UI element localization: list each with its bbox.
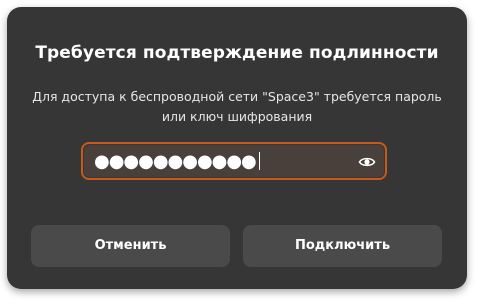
description-line-2: или ключ шифрования — [161, 109, 313, 124]
description-line-1: Для доступа к беспроводной сети "Space3"… — [32, 89, 442, 104]
password-field-inner[interactable]: ●●●●●●●●●●● — [84, 145, 384, 177]
auth-dialog: Требуется подтверждение подлинности Для … — [7, 7, 467, 289]
cancel-button[interactable]: Отменить — [31, 225, 230, 267]
password-dots: ●●●●●●●●●●● — [94, 151, 257, 172]
connect-button[interactable]: Подключить — [243, 225, 442, 267]
dialog-title: Требуется подтверждение подлинности — [35, 43, 439, 63]
password-field[interactable]: ●●●●●●●●●●● — [81, 142, 387, 180]
eye-icon[interactable] — [358, 153, 376, 171]
text-caret — [258, 152, 261, 170]
dialog-description: Для доступа к беспроводной сети "Space3"… — [17, 87, 457, 127]
password-input[interactable]: ●●●●●●●●●●● — [94, 151, 261, 172]
